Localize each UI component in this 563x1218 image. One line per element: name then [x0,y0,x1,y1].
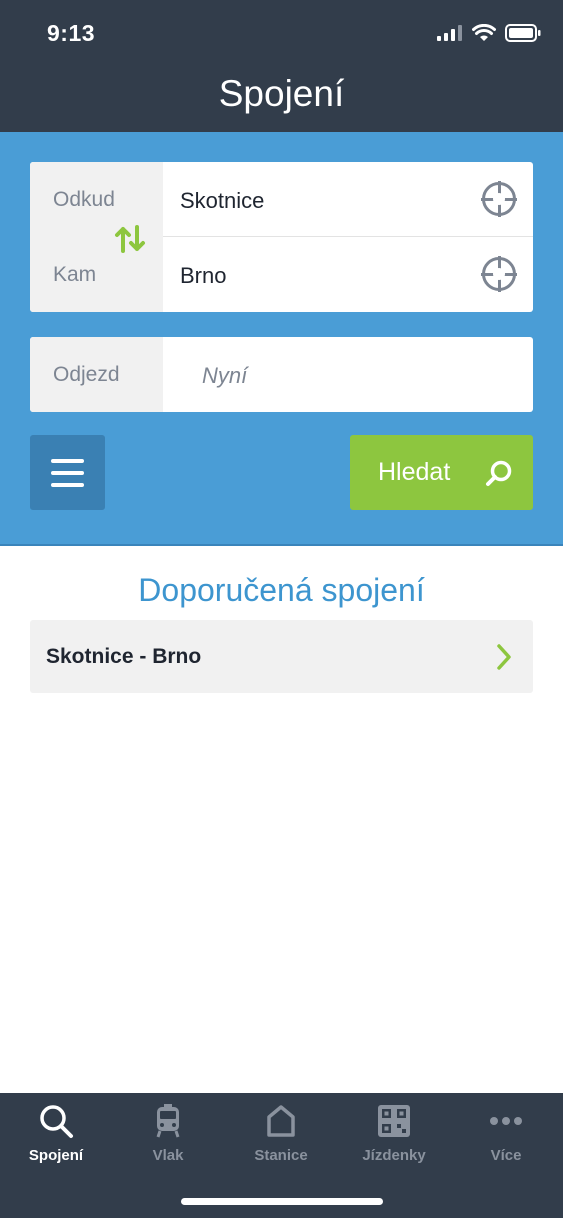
hamburger-icon [51,483,84,487]
search-icon [486,460,512,486]
station-icon [267,1105,295,1137]
departure-field[interactable]: Nyní [202,363,247,389]
battery-icon [505,24,541,42]
tab-jizdenky[interactable]: Jízdenky [338,1093,450,1173]
recommended-heading: Doporučená spojení [138,572,425,608]
tab-label: Stanice [254,1147,308,1164]
search-button[interactable]: Hledat [350,435,533,510]
from-field[interactable]: Skotnice [180,188,264,214]
from-label: Odkud [53,188,115,211]
departure-label: Odjezd [53,363,120,386]
tab-spojeni[interactable]: Spojení [0,1093,112,1173]
search-button-label: Hledat [378,458,451,486]
tab-label: Spojení [28,1147,84,1164]
tab-vlak[interactable]: Vlak [112,1093,224,1173]
divider [163,236,533,237]
swap-icon[interactable] [114,224,146,254]
tab-label: Vlak [152,1147,184,1164]
to-field[interactable]: Brno [180,263,226,289]
hamburger-icon [51,459,84,463]
menu-button[interactable] [30,435,105,510]
search-panel: Odkud Skotnice Kam Brno Odjezd Nyní Hled… [0,132,563,546]
page-title: Spojení [218,73,345,114]
departure-card[interactable]: Odjezd Nyní [30,337,533,412]
chevron-right-icon [497,644,511,670]
tab-label: Jízdenky [362,1147,426,1164]
home-indicator [181,1198,383,1205]
qr-code-icon [378,1105,410,1137]
train-icon [156,1104,180,1138]
from-locate-icon[interactable] [481,181,517,217]
tab-vice[interactable]: Více [450,1093,562,1173]
to-locate-icon[interactable] [481,256,517,292]
recommended-item-label: Skotnice - Brno [46,645,202,668]
status-time: 9:13 [47,20,96,46]
more-icon [490,1117,522,1125]
recommended-item[interactable]: Skotnice - Brno [30,620,533,693]
to-label: Kam [53,263,97,286]
route-card: Odkud Skotnice Kam Brno [30,162,533,312]
app-header: 9:13 Spojení [0,0,563,132]
search-icon [40,1105,73,1138]
wifi-icon [472,24,496,41]
tab-stanice[interactable]: Stanice [225,1093,337,1173]
status-icons [437,24,541,42]
signal-icon [437,25,462,41]
tab-label: Více [490,1147,522,1164]
hamburger-icon [51,471,84,475]
